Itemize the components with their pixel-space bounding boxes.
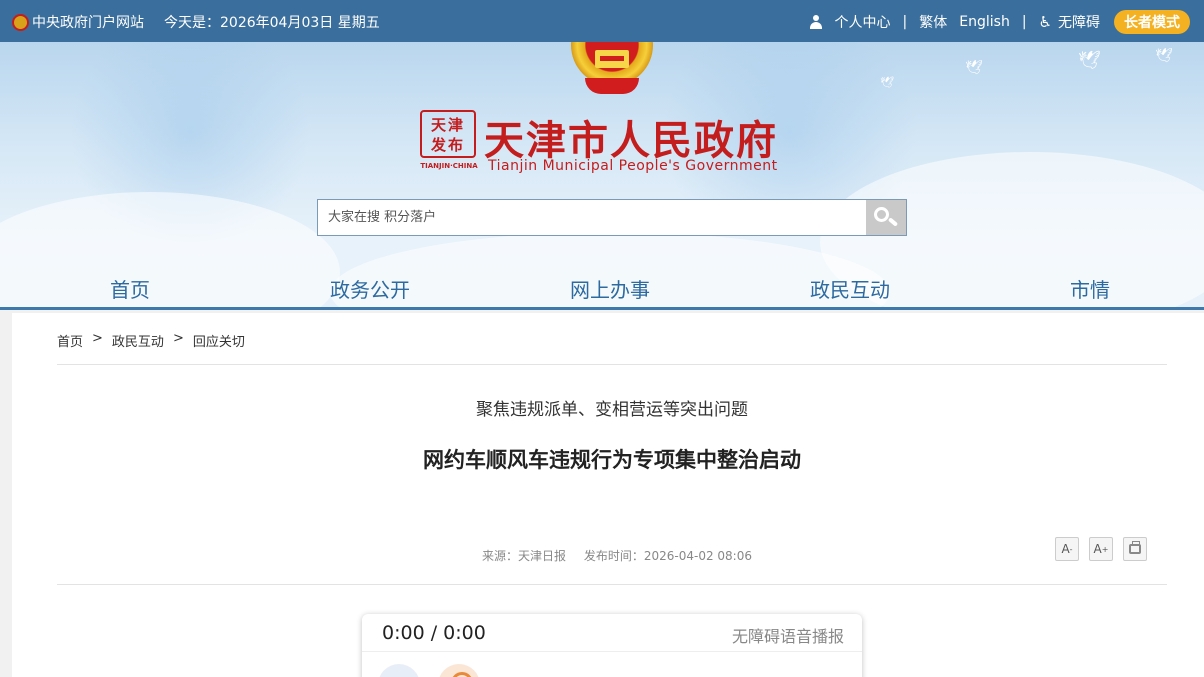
elder-mode-button[interactable]: 长者模式 <box>1114 10 1190 34</box>
play-button[interactable] <box>378 664 420 677</box>
search-icon <box>874 207 889 222</box>
top-bar-right: 个人中心 | 繁体 English | ♿ 无障碍 长者模式 <box>803 10 1196 34</box>
separator: | <box>1021 14 1027 30</box>
bird-icon: 🕊 <box>965 60 983 76</box>
breadcrumb-response[interactable]: 回应关切 <box>193 331 245 350</box>
today-date: 今天是：2026年04月03日 星期五 <box>164 15 380 31</box>
search-box <box>317 199 907 236</box>
english-link[interactable]: English <box>959 14 1010 30</box>
breadcrumb-home[interactable]: 首页 <box>57 331 83 350</box>
player-time: 0:00 / 0:00 <box>382 622 486 644</box>
breadcrumb-separator: > <box>92 331 103 346</box>
breadcrumb-citizen-interaction[interactable]: 政民互动 <box>112 331 164 350</box>
accessibility-link[interactable]: 无障碍 <box>1058 12 1100 32</box>
speed-button[interactable] <box>438 664 480 677</box>
article-meta: 来源：天津日报 发布时间：2026-04-02 08:06 <box>482 547 752 564</box>
article-publish-time: 发布时间：2026-04-02 08:06 <box>583 549 752 563</box>
traditional-chinese-link[interactable]: 繁体 <box>919 12 947 32</box>
central-gov-portal-link[interactable]: 中央政府门户网站 <box>32 12 144 32</box>
breadcrumb-separator: > <box>172 331 184 346</box>
nav-citizen-interaction[interactable]: 政民互动 <box>810 274 890 303</box>
search-input[interactable] <box>318 200 866 235</box>
search-button[interactable] <box>866 200 906 235</box>
nav-city-info[interactable]: 市情 <box>1070 274 1110 303</box>
audio-player: 0:00 / 0:00 无障碍语音播报 <box>362 614 862 677</box>
header-banner: 🕊 🕊 🕊 🕊 ★ ★ ★ 天津 发布 TIANJIN·CHINA 天津市人民政… <box>0 42 1204 310</box>
printer-icon <box>1129 541 1141 554</box>
player-label: 无障碍语音播报 <box>731 627 844 646</box>
user-icon <box>809 15 823 29</box>
national-emblem: ★ ★ ★ <box>571 42 653 96</box>
divider <box>57 584 1167 585</box>
article-container: 首页 > 政民互动 > 回应关切 聚焦违规派单、变相营运等突出问题 网约车顺风车… <box>12 313 1204 677</box>
personal-center-link[interactable]: 个人中心 <box>835 12 891 32</box>
seal-caption: TIANJIN·CHINA <box>420 162 478 170</box>
divider <box>57 364 1167 365</box>
article-tools: A- A + <box>1055 537 1157 561</box>
article-title: 网约车顺风车违规行为专项集中整治启动 <box>423 448 801 472</box>
bird-icon: 🕊 <box>880 76 894 89</box>
top-bar-left: 中央政府门户网站 今天是：2026年04月03日 星期五 <box>12 12 380 32</box>
national-emblem-icon <box>12 13 29 31</box>
main-nav: 首页 政务公开 网上办事 政民互动 市情 <box>0 274 1204 306</box>
nav-government-affairs[interactable]: 政务公开 <box>330 274 410 303</box>
breadcrumb: 首页 > 政民互动 > 回应关切 <box>57 331 245 350</box>
nav-divider <box>0 307 1204 310</box>
nav-online-services[interactable]: 网上办事 <box>570 274 650 303</box>
accessibility-icon: ♿ <box>1038 13 1052 31</box>
font-increase-button[interactable]: A + <box>1089 537 1113 561</box>
article-source: 来源：天津日报 <box>482 549 567 563</box>
article-subtitle: 聚焦违规派单、变相营运等突出问题 <box>476 400 748 420</box>
font-decrease-button[interactable]: A- <box>1055 537 1079 561</box>
separator: | <box>902 14 908 30</box>
bird-icon: 🕊 <box>1078 50 1101 71</box>
nav-home[interactable]: 首页 <box>110 274 150 303</box>
site-logo[interactable]: 天津 发布 TIANJIN·CHINA 天津市人民政府 Tianjin Muni… <box>420 110 820 174</box>
bird-icon: 🕊 <box>1155 48 1173 64</box>
site-title-english: Tianjin Municipal People's Government <box>488 158 778 174</box>
print-button[interactable] <box>1123 537 1147 561</box>
top-bar: 中央政府门户网站 今天是：2026年04月03日 星期五 个人中心 | 繁体 E… <box>0 0 1204 42</box>
tianjin-seal-logo: 天津 发布 <box>420 110 476 158</box>
